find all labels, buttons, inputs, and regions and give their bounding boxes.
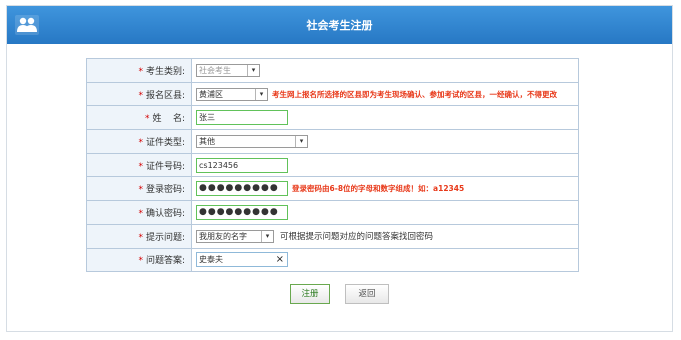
confirm-password-input[interactable]: ●●●●●●●●● [196, 204, 288, 220]
row-district: * 报名区县: 黄浦区 ▾ 考生网上报名所选择的区县即为考生现场确认、参加考试的区县，… [86, 81, 579, 107]
hint-question-label: 提示问题: [145, 232, 185, 243]
panel-header: 社会考生注册 [7, 6, 672, 44]
hint-question-select[interactable]: 我朋友的名字 ▾ [196, 229, 274, 243]
row-hint-question: * 提示问题: 我朋友的名字 ▾ 可根据提示问题对应的问题答案找回密码 [86, 223, 579, 249]
row-name: * 姓 名: 张三 [86, 105, 579, 131]
page-title: 社会考生注册 [306, 19, 373, 32]
id-number-input[interactable]: cs123456 [196, 157, 288, 173]
district-note: 考生网上报名所选择的区县即为考生现场确认、参加考试的区县，一经确认，不得更改 [272, 89, 557, 99]
chevron-down-icon: ▾ [247, 64, 259, 76]
required-mark: * [145, 114, 150, 125]
row-id-type: * 证件类型: 其他 ▾ [86, 129, 579, 154]
password-note: 登录密码由6-8位的字母和数字组成！如：a12345 [292, 184, 465, 194]
required-mark: * [138, 90, 143, 101]
row-id-number: * 证件号码: cs123456 [86, 152, 579, 178]
hint-question-note: 可根据提示问题对应的问题答案找回密码 [280, 232, 434, 243]
row-answer: * 问题答案: 史泰夫 × [86, 247, 579, 273]
answer-label: 问题答案: [145, 256, 185, 267]
chevron-down-icon: ▾ [295, 135, 307, 147]
password-input[interactable]: ●●●●●●●●● [196, 181, 288, 197]
register-button[interactable]: 注册 [290, 284, 330, 304]
password-label: 登录密码: [145, 185, 185, 196]
answer-input[interactable]: 史泰夫 × [196, 252, 288, 268]
required-mark: * [138, 256, 143, 267]
required-mark: * [138, 66, 143, 77]
required-mark: * [138, 232, 143, 243]
chevron-down-icon: ▾ [255, 88, 267, 100]
back-button[interactable]: 返回 [345, 284, 389, 304]
row-confirm-password: * 确认密码: ●●●●●●●●● [86, 200, 579, 225]
candidate-type-select[interactable]: 社会考生 ▾ [196, 63, 260, 77]
candidate-type-label: 考生类别: [145, 66, 185, 77]
required-mark: * [138, 137, 143, 148]
required-mark: * [138, 185, 143, 196]
clear-icon[interactable]: × [276, 253, 284, 266]
name-input[interactable]: 张三 [196, 110, 288, 126]
confirm-password-label: 确认密码: [145, 208, 185, 219]
row-candidate-type: * 考生类别: 社会考生 ▾ [86, 58, 579, 83]
district-label: 报名区县: [145, 90, 185, 101]
registration-form: * 考生类别: 社会考生 ▾ * 报名区县: 黄浦区 ▾ 考生网上报名所选择的区县即为考生… [86, 58, 579, 273]
chevron-down-icon: ▾ [261, 230, 273, 242]
required-mark: * [138, 208, 143, 219]
id-type-select[interactable]: 其他 ▾ [196, 134, 308, 148]
row-password: * 登录密码: ●●●●●●●●● 登录密码由6-8位的字母和数字组成！如：a123… [86, 176, 579, 202]
id-number-label: 证件号码: [145, 161, 185, 172]
id-type-label: 证件类型: [145, 137, 185, 148]
district-select[interactable]: 黄浦区 ▾ [196, 87, 268, 101]
required-mark: * [138, 161, 143, 172]
name-label: 姓 名: [152, 114, 185, 125]
